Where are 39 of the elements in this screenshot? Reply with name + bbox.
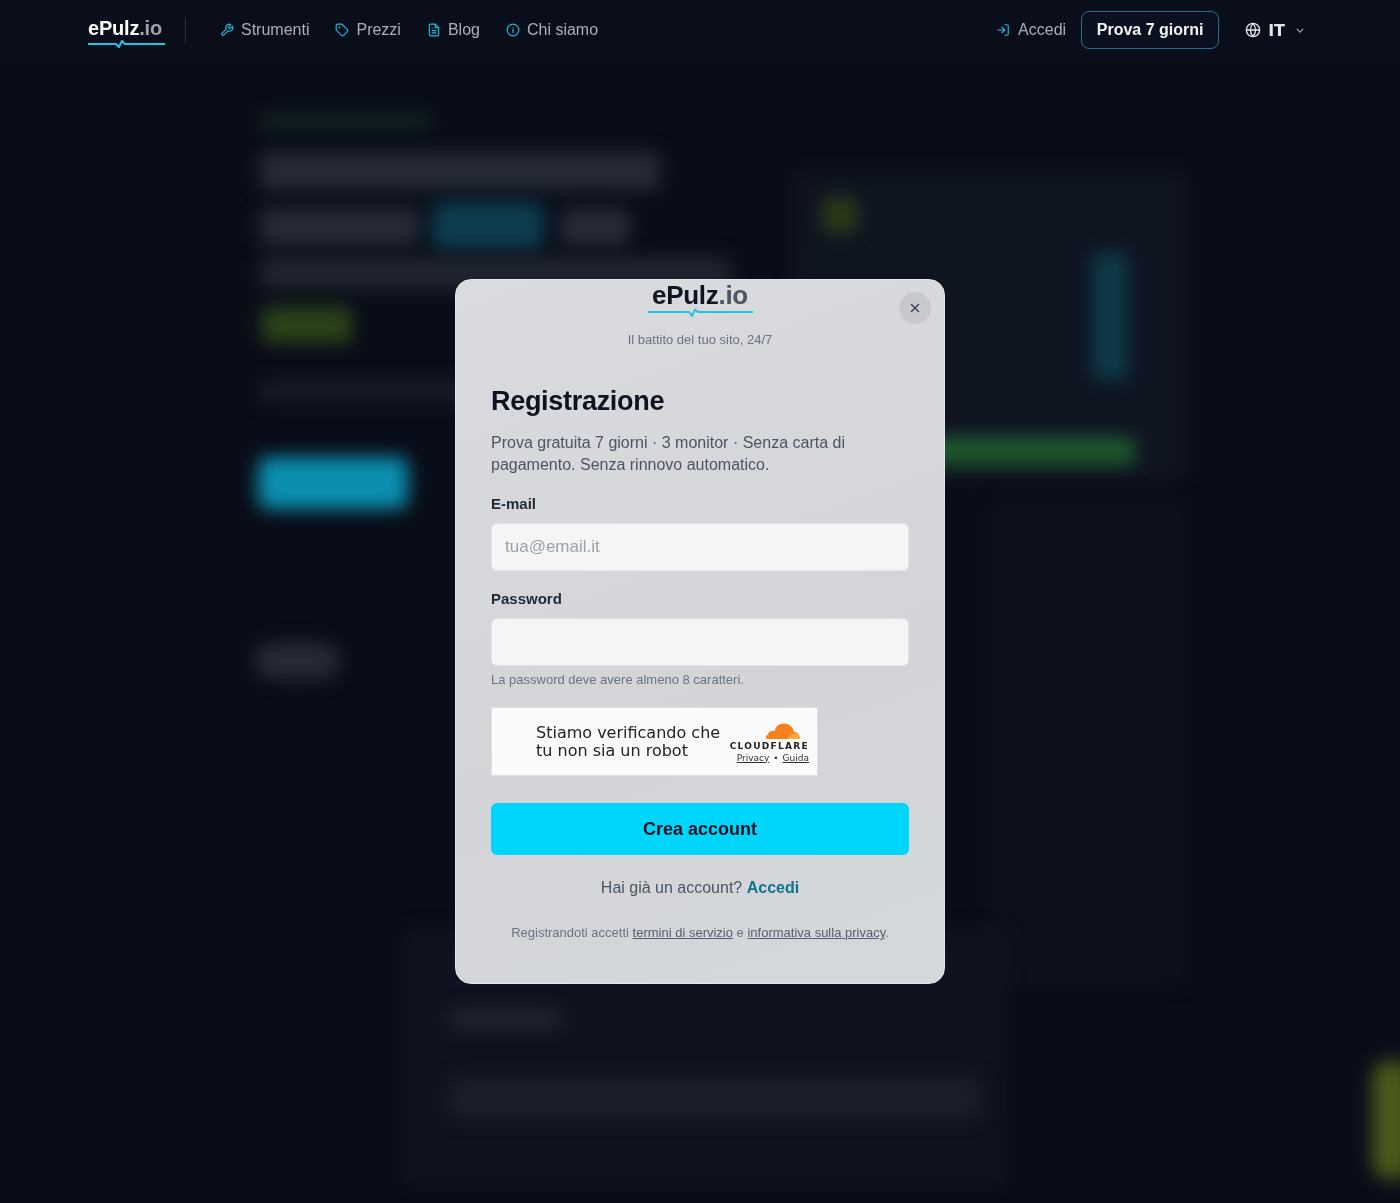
captcha-link[interactable]: Privacy	[736, 751, 770, 764]
trial-button[interactable]: Prova 7 giorni	[1081, 11, 1220, 49]
input-field[interactable]	[491, 618, 909, 666]
document-icon	[426, 23, 441, 37]
close-button[interactable]	[899, 292, 931, 324]
login-link[interactable]: Accedi	[746, 879, 800, 896]
tag-icon	[335, 23, 350, 37]
captcha-message: Stiamo verificando che tu non sia un robot	[536, 723, 722, 760]
dialog-title: Registrazione	[491, 385, 666, 417]
captcha-widget[interactable]: Stiamo verificando che tu non sia un robot CLOUDFLARE Privacy • Guida	[491, 707, 818, 776]
login-link[interactable]: Accedi	[996, 21, 1067, 39]
pulse-line-icon	[647, 309, 753, 317]
input-field[interactable]: tua@email.it	[491, 523, 909, 571]
globe-icon	[1245, 22, 1262, 38]
captcha-brand: CLOUDFLARE	[729, 740, 809, 752]
dialog-description: Prova gratuita 7 giorni · 3 monitor · Senza carta di pagamento. Senza rinnovo automatico.	[491, 433, 846, 475]
login-icon	[996, 23, 1011, 37]
captcha-link[interactable]: Guida	[782, 751, 809, 764]
logo-text[interactable]: ePulz.io	[88, 16, 162, 39]
field-label: E-mail	[491, 495, 537, 513]
info-icon	[505, 23, 520, 37]
pulse-line-icon	[88, 39, 165, 48]
nav-link[interactable]: Prezzi	[335, 21, 401, 39]
field-label: Password	[491, 590, 563, 608]
nav-link[interactable]: Strumenti	[220, 21, 310, 39]
wrench-icon	[220, 23, 234, 37]
legal-notice: Registrandoti accetti termini di servizio e informativa sulla privacy.	[510, 925, 890, 941]
login-prompt: Hai già un account? Accedi	[599, 878, 801, 898]
close-icon	[910, 303, 920, 313]
tagline: Il battito del tuo sito, 24/7	[626, 332, 774, 348]
chevron-down-icon	[1296, 27, 1304, 33]
language-selector[interactable]: IT	[1245, 20, 1304, 40]
logo-text: ePulz.io	[652, 281, 748, 309]
nav-link[interactable]: Blog	[426, 21, 480, 39]
nav-link[interactable]: Chi siamo	[505, 21, 599, 39]
create-account-button[interactable]: Crea account	[491, 803, 909, 855]
field-hint: La password deve avere almeno 8 caratteri.	[491, 673, 745, 687]
link-separator: •	[773, 751, 779, 764]
terms-link[interactable]: termini di servizio	[632, 925, 733, 940]
